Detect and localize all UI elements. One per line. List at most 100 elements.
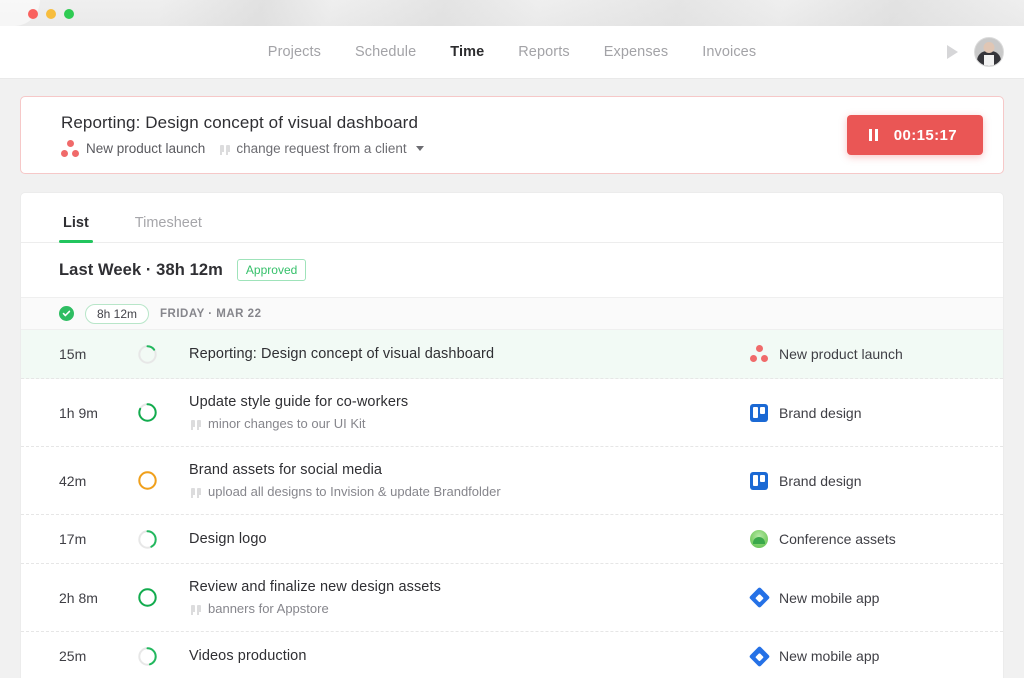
time-entries-card: List Timesheet Last Week · 38h 12m Approv… xyxy=(20,192,1004,678)
entry-note-text: banners for Appstore xyxy=(208,601,329,616)
nav-right-actions xyxy=(947,37,1004,67)
progress-ring-icon[interactable] xyxy=(137,646,189,667)
nav-item-schedule[interactable]: Schedule xyxy=(338,44,433,60)
asana-icon xyxy=(61,140,79,158)
entry-title[interactable]: Videos production xyxy=(189,648,750,664)
view-tabs: List Timesheet xyxy=(21,193,1003,243)
entry-title[interactable]: Design logo xyxy=(189,531,750,547)
nav-item-reports[interactable]: Reports xyxy=(501,44,586,60)
entry-duration: 2h 8m xyxy=(59,590,137,606)
time-entry-list: 15m Reporting: Design concept of visual d… xyxy=(21,330,1003,678)
banner-project[interactable]: New product launch xyxy=(61,140,205,158)
week-title: Last Week · 38h 12m xyxy=(59,261,223,280)
avatar-head xyxy=(984,42,995,53)
day-header: 8h 12m FRIDAY · MAR 22 xyxy=(21,297,1003,330)
entry-duration: 17m xyxy=(59,531,137,547)
close-button[interactable] xyxy=(28,9,38,19)
banner-note-label: change request from a client xyxy=(236,141,406,156)
banner-task-title: Reporting: Design concept of visual dash… xyxy=(61,113,847,133)
entry-note-text: minor changes to our UI Kit xyxy=(208,416,366,431)
entry-project-label: Brand design xyxy=(779,405,862,421)
entry-duration: 25m xyxy=(59,648,137,664)
progress-ring-icon[interactable] xyxy=(137,529,189,550)
banner-project-label: New product launch xyxy=(86,141,205,156)
entry-note[interactable]: banners for Appstore xyxy=(191,601,750,616)
window-titlebar xyxy=(0,0,1024,26)
nav-item-invoices[interactable]: Invoices xyxy=(685,44,773,60)
banner-note[interactable]: change request from a client xyxy=(220,141,423,156)
entry-title[interactable]: Reporting: Design concept of visual dash… xyxy=(189,346,750,362)
table-row[interactable]: 1h 9m Update style guide for co-workers mi… xyxy=(21,379,1003,447)
entry-duration: 15m xyxy=(59,346,137,362)
quote-icon xyxy=(191,605,201,612)
entry-project[interactable]: Brand design xyxy=(750,472,965,490)
entry-title[interactable]: Update style guide for co-workers xyxy=(189,394,750,410)
entry-title[interactable]: Review and finalize new design assets xyxy=(189,579,750,595)
top-navigation: ProjectsScheduleTimeReportsExpensesInvoi… xyxy=(0,26,1024,79)
quote-icon xyxy=(220,145,230,152)
banner-details: Reporting: Design concept of visual dash… xyxy=(61,113,847,158)
trello-icon xyxy=(750,404,768,422)
avatar-shirt xyxy=(984,55,994,66)
entry-content: Reporting: Design concept of visual dash… xyxy=(189,346,750,362)
entry-content: Review and finalize new design assets ban… xyxy=(189,579,750,616)
table-row[interactable]: 42m Brand assets for social media upload a… xyxy=(21,447,1003,515)
table-row[interactable]: 25m Videos production New mobile app xyxy=(21,632,1003,678)
day-total: 8h 12m xyxy=(85,304,149,324)
week-summary-header: Last Week · 38h 12m Approved xyxy=(21,243,1003,297)
progress-ring-icon[interactable] xyxy=(137,587,189,608)
play-icon[interactable] xyxy=(947,45,958,59)
entry-duration: 1h 9m xyxy=(59,405,137,421)
avatar[interactable] xyxy=(974,37,1004,67)
entry-note[interactable]: minor changes to our UI Kit xyxy=(191,416,750,431)
pause-timer-button[interactable]: 00:15:17 xyxy=(847,115,983,155)
entry-title[interactable]: Brand assets for social media xyxy=(189,462,750,478)
entry-content: Videos production xyxy=(189,648,750,664)
check-circle-icon xyxy=(59,306,74,321)
entry-project[interactable]: Conference assets xyxy=(750,530,965,548)
entry-project[interactable]: New mobile app xyxy=(750,647,965,665)
entry-project[interactable]: New product launch xyxy=(750,345,965,363)
tab-timesheet[interactable]: Timesheet xyxy=(131,215,206,242)
tab-list[interactable]: List xyxy=(59,215,93,242)
nav-item-expenses[interactable]: Expenses xyxy=(587,44,685,60)
running-timer-banner: Reporting: Design concept of visual dash… xyxy=(20,96,1004,174)
table-row[interactable]: 2h 8m Review and finalize new design asse… xyxy=(21,564,1003,632)
table-row[interactable]: 17m Design logo Conference assets xyxy=(21,515,1003,564)
minimize-button[interactable] xyxy=(46,9,56,19)
progress-ring-icon[interactable] xyxy=(137,470,189,491)
entry-content: Update style guide for co-workers minor c… xyxy=(189,394,750,431)
quote-icon xyxy=(191,420,201,427)
entry-project-label: Brand design xyxy=(779,473,862,489)
table-row[interactable]: 15m Reporting: Design concept of visual d… xyxy=(21,330,1003,379)
chevron-down-icon[interactable] xyxy=(416,146,424,151)
zoom-button[interactable] xyxy=(64,9,74,19)
entry-content: Design logo xyxy=(189,531,750,547)
jira-icon xyxy=(748,587,769,608)
entry-content: Brand assets for social media upload all … xyxy=(189,462,750,499)
day-date-label: FRIDAY · MAR 22 xyxy=(160,308,261,320)
trello-icon xyxy=(750,472,768,490)
progress-ring-icon[interactable] xyxy=(137,344,189,365)
basecamp-icon xyxy=(750,530,768,548)
progress-ring-icon[interactable] xyxy=(137,402,189,423)
entry-project-label: Conference assets xyxy=(779,531,896,547)
nav-item-time[interactable]: Time xyxy=(433,44,501,60)
pause-icon xyxy=(869,129,878,141)
entry-note-text: upload all designs to Invision & update … xyxy=(208,484,501,499)
entry-project[interactable]: Brand design xyxy=(750,404,965,422)
entry-project-label: New mobile app xyxy=(779,648,879,664)
window-controls xyxy=(28,9,74,19)
entry-duration: 42m xyxy=(59,473,137,489)
timer-elapsed: 00:15:17 xyxy=(894,127,957,144)
app-window: ProjectsScheduleTimeReportsExpensesInvoi… xyxy=(0,0,1024,678)
quote-icon xyxy=(191,488,201,495)
titlebar-sheen xyxy=(160,0,1020,26)
entry-project-label: New mobile app xyxy=(779,590,879,606)
entry-project-label: New product launch xyxy=(779,346,903,362)
status-badge: Approved xyxy=(237,259,306,281)
jira-icon xyxy=(748,645,769,666)
nav-item-projects[interactable]: Projects xyxy=(251,44,338,60)
entry-project[interactable]: New mobile app xyxy=(750,589,965,607)
entry-note[interactable]: upload all designs to Invision & update … xyxy=(191,484,750,499)
